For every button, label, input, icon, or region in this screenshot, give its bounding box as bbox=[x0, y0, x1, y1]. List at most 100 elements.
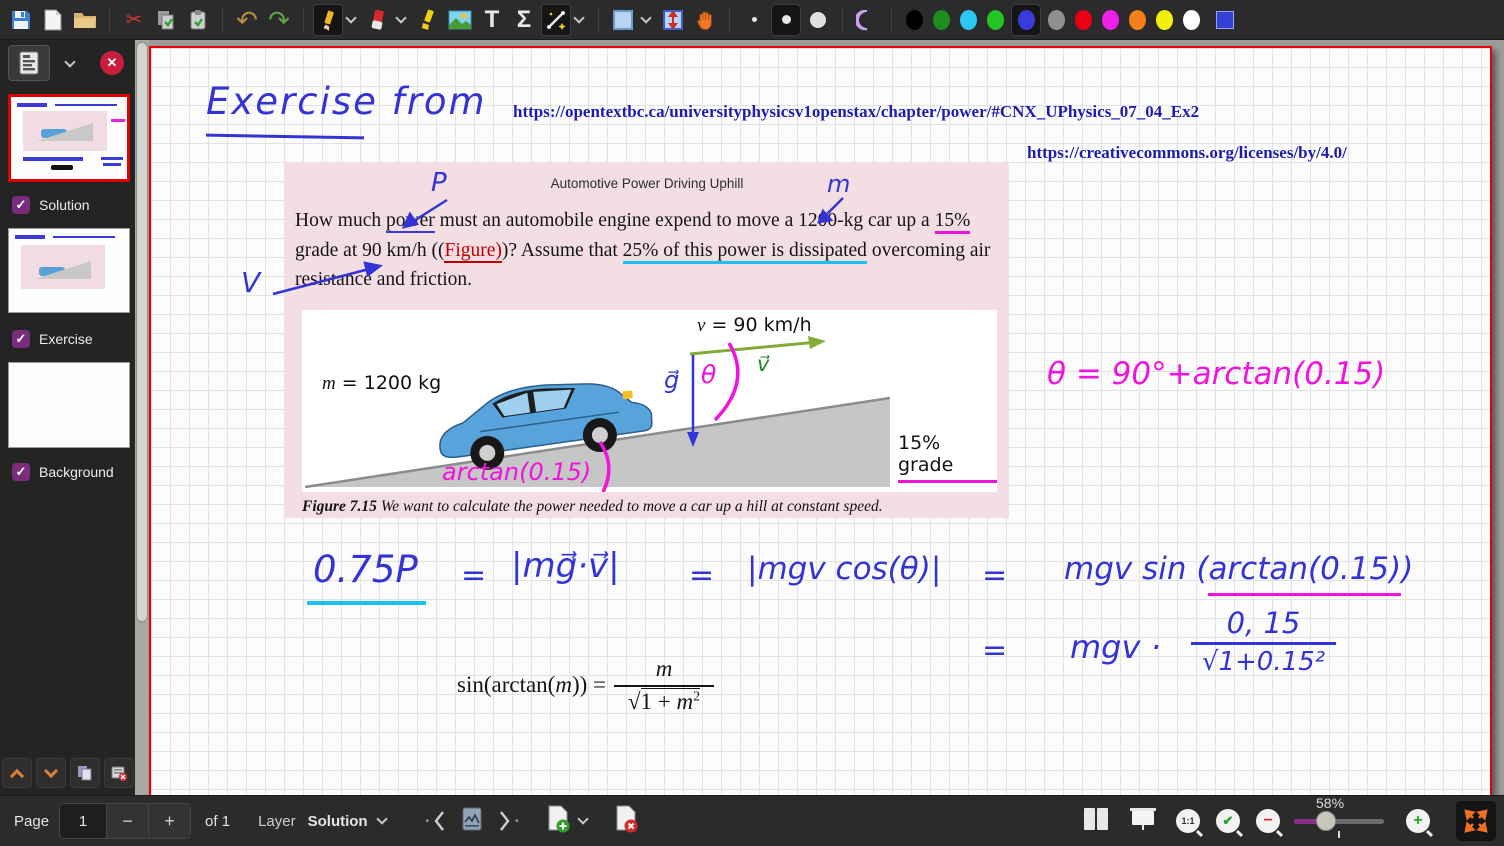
page-thumbnail-1[interactable] bbox=[8, 94, 130, 182]
color-swatch-1[interactable] bbox=[933, 10, 950, 30]
license-url: https://creativecommons.org/licenses/by/… bbox=[1027, 143, 1347, 163]
equals-2: = bbox=[689, 558, 714, 593]
gravity-vector-arrow bbox=[687, 355, 699, 447]
color-swatch-4[interactable] bbox=[1018, 10, 1035, 30]
delete-page-icon[interactable] bbox=[613, 804, 639, 838]
line-thickness-medium-icon[interactable] bbox=[771, 4, 801, 36]
redo-icon[interactable]: ↷ bbox=[264, 4, 294, 36]
problem-text-part: (( bbox=[427, 240, 445, 261]
zoom-fit-icon[interactable]: ✔ bbox=[1216, 809, 1240, 833]
color-swatch-5[interactable] bbox=[1048, 10, 1065, 30]
select-options-chevron-icon[interactable] bbox=[640, 12, 651, 23]
rect-select-tool-icon[interactable] bbox=[608, 4, 638, 36]
color-swatch-7[interactable] bbox=[1102, 10, 1119, 30]
page-thumbnail-3[interactable] bbox=[8, 362, 130, 448]
pen-tool-icon[interactable] bbox=[313, 4, 343, 36]
vertical-space-tool-icon[interactable] bbox=[658, 4, 688, 36]
layer-combobox-chevron-icon bbox=[376, 813, 387, 824]
next-annotated-page-button[interactable]: • bbox=[499, 810, 519, 832]
page-thumbnail-2[interactable] bbox=[8, 228, 130, 313]
layer-label: Layer bbox=[258, 813, 296, 830]
insert-image-icon[interactable] bbox=[445, 4, 475, 36]
zoom-slider[interactable] bbox=[1294, 819, 1384, 824]
paste-icon[interactable] bbox=[183, 4, 213, 36]
heading-underline bbox=[206, 134, 364, 140]
page-decrement-button[interactable]: − bbox=[106, 804, 148, 838]
incline-drawing bbox=[302, 310, 997, 492]
line-thickness-fine-icon[interactable] bbox=[739, 4, 769, 36]
add-page-chevron-icon[interactable] bbox=[577, 813, 588, 824]
color-swatch-0[interactable] bbox=[906, 10, 923, 30]
presentation-mode-icon[interactable] bbox=[1128, 806, 1158, 836]
math-tex-tool-icon[interactable]: Σ bbox=[509, 4, 539, 36]
copy-icon[interactable] bbox=[151, 4, 181, 36]
highlighter-tool-icon[interactable] bbox=[413, 4, 443, 36]
document-page[interactable]: Exercise from https://opentextbc.ca/univ… bbox=[149, 46, 1492, 795]
new-document-icon[interactable] bbox=[38, 4, 68, 36]
status-bar: Page 1 − + of 1 Layer Solution • • 1:1 ✔… bbox=[0, 795, 1504, 846]
thumbnail-content bbox=[17, 103, 47, 107]
figure-image: v = 90 km/h m = 1200 kg g⃗ v⃗ θ 15% grad… bbox=[302, 310, 997, 492]
layer-checkbox-solution[interactable]: ✓ bbox=[12, 196, 30, 214]
solution-term-3: mgv sin (arctan(0.15)) bbox=[1064, 551, 1413, 587]
thumbnail-content bbox=[101, 157, 123, 160]
layer-combobox[interactable]: Solution bbox=[308, 813, 392, 830]
sidebar-close-icon[interactable]: ✕ bbox=[100, 51, 124, 75]
shape-recognizer-tool-icon[interactable] bbox=[541, 4, 571, 36]
scrollbar-thumb[interactable] bbox=[136, 42, 148, 622]
delete-layer-icon[interactable] bbox=[104, 758, 134, 788]
prev-annotated-page-button[interactable]: • bbox=[426, 810, 446, 832]
grade-underlined: 15% bbox=[935, 210, 971, 234]
hand-tool-icon[interactable] bbox=[690, 4, 720, 36]
goto-annotated-page-icon[interactable] bbox=[461, 806, 483, 836]
color-picker-icon[interactable] bbox=[1207, 4, 1237, 36]
typeset-fraction: m √1 + m2 bbox=[614, 656, 714, 715]
color-swatch-2[interactable] bbox=[960, 10, 977, 30]
selected-color-box[interactable] bbox=[1011, 4, 1041, 36]
angle-left-icon bbox=[433, 810, 445, 832]
fullscreen-icon[interactable] bbox=[1456, 801, 1496, 841]
color-swatch-9[interactable] bbox=[1156, 10, 1173, 30]
shape-options-chevron-icon[interactable] bbox=[573, 12, 584, 23]
layer-row-exercise: ✓ Exercise bbox=[12, 330, 93, 348]
open-folder-icon[interactable] bbox=[70, 4, 100, 36]
thumbnail-content bbox=[111, 119, 125, 122]
figure-caption-text: We want to calculate the power needed to… bbox=[377, 498, 883, 515]
add-page-icon[interactable] bbox=[545, 804, 571, 838]
thumbnail-content bbox=[103, 163, 121, 166]
zoom-out-icon[interactable]: − bbox=[1256, 809, 1280, 833]
zoom-original-icon[interactable]: 1:1 bbox=[1176, 809, 1200, 833]
layer-label-exercise: Exercise bbox=[39, 331, 93, 347]
save-icon[interactable] bbox=[6, 4, 36, 36]
dissipated-underlined: 25% of this power is dissipated bbox=[623, 240, 867, 264]
duplicate-layer-icon[interactable] bbox=[70, 758, 100, 788]
layer-checkbox-exercise[interactable]: ✓ bbox=[12, 330, 30, 348]
color-swatch-8[interactable] bbox=[1129, 10, 1146, 30]
color-swatch-6[interactable] bbox=[1075, 10, 1092, 30]
figure-link[interactable]: Figure) bbox=[444, 240, 501, 263]
theta-equation: θ = 90°+arctan(0.15) bbox=[1047, 356, 1385, 392]
sidebar-preview-layers-button[interactable] bbox=[8, 45, 50, 81]
sidebar-mode-chevron-icon[interactable] bbox=[64, 56, 75, 67]
dual-page-view-icon[interactable] bbox=[1082, 806, 1110, 836]
thumbnail-content bbox=[53, 236, 115, 238]
eraser-options-chevron-icon[interactable] bbox=[395, 12, 406, 23]
page-number-input[interactable]: 1 bbox=[60, 804, 106, 838]
layer-checkbox-background[interactable]: ✓ bbox=[12, 463, 30, 481]
cut-icon[interactable]: ✂ bbox=[119, 4, 149, 36]
zoom-slider-knob[interactable] bbox=[1316, 811, 1336, 831]
text-tool-icon[interactable]: T bbox=[477, 4, 507, 36]
eraser-tool-icon[interactable] bbox=[363, 4, 393, 36]
move-layer-down-icon[interactable] bbox=[36, 758, 66, 788]
figure-caption-number: Figure 7.15 bbox=[302, 498, 377, 515]
fill-tool-icon[interactable] bbox=[852, 4, 882, 36]
line-thickness-thick-icon[interactable] bbox=[803, 4, 833, 36]
color-swatch-10[interactable] bbox=[1183, 10, 1200, 30]
pen-options-chevron-icon[interactable] bbox=[345, 12, 356, 23]
vertical-scrollbar[interactable] bbox=[135, 40, 149, 795]
color-swatch-3[interactable] bbox=[987, 10, 1004, 30]
zoom-in-icon[interactable]: + bbox=[1406, 809, 1430, 833]
undo-icon[interactable]: ↶ bbox=[232, 4, 262, 36]
page-increment-button[interactable]: + bbox=[148, 804, 190, 838]
move-layer-up-icon[interactable] bbox=[2, 758, 32, 788]
